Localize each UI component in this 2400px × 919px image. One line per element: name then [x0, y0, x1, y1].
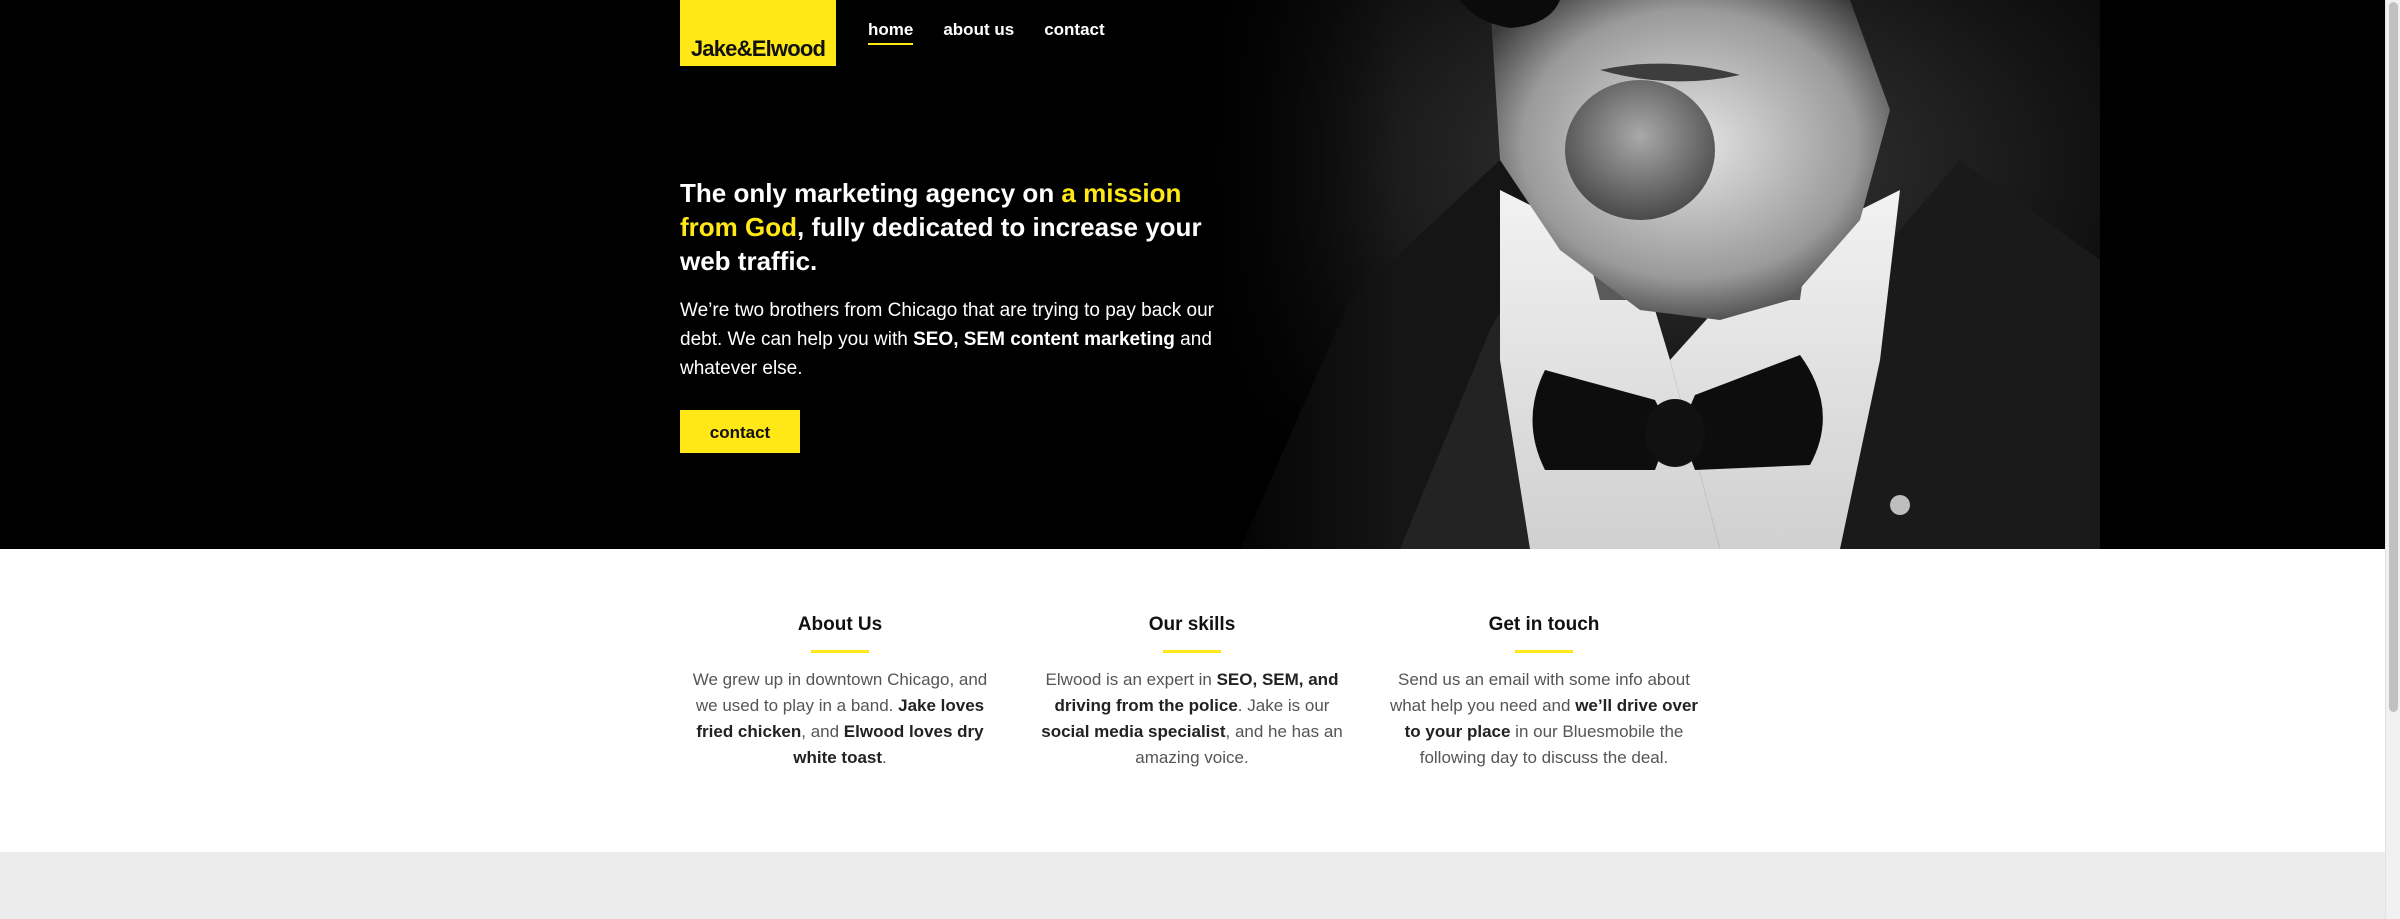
feature-text: Elwood is an expert in SEO, SEM, and dri… [1032, 667, 1352, 771]
feature-text-part: . [882, 748, 887, 767]
title-underline [1515, 650, 1573, 653]
title-underline [811, 650, 869, 653]
hero-headline: The only marketing agency on a mission f… [680, 176, 1240, 278]
feature-get-in-touch: Get in touch Send us an email with some … [1384, 613, 1704, 771]
next-section-band [0, 852, 2385, 919]
brand-logo[interactable]: Jake&Elwood [680, 0, 836, 66]
lead-services: SEO, SEM content marketing [913, 329, 1175, 350]
feature-our-skills: Our skills Elwood is an expert in SEO, S… [1032, 613, 1352, 771]
headline-text-start: The only marketing agency on [680, 178, 1062, 208]
contact-button[interactable]: contact [680, 410, 800, 453]
nav-home-link[interactable]: home [868, 20, 914, 45]
feature-text: Send us an email with some info about wh… [1384, 667, 1704, 771]
feature-text-part: . Jake is our [1237, 696, 1330, 715]
feature-text-bold: social media specialist [1041, 722, 1226, 741]
main-nav: home about us contact [868, 20, 1105, 45]
nav-contact-link[interactable]: contact [1044, 20, 1104, 45]
hero-section: Jake&Elwood home about us contact The on… [0, 0, 2385, 549]
feature-text: We grew up in downtown Chicago, and we u… [680, 667, 1000, 771]
feature-title: Get in touch [1488, 614, 1600, 635]
feature-title: About Us [797, 614, 883, 635]
vertical-scrollbar[interactable] [2385, 0, 2400, 919]
features-section: About Us We grew up in downtown Chicago,… [0, 549, 2385, 852]
hero-photo [1200, 0, 2100, 549]
title-underline [1163, 650, 1221, 653]
feature-text-part: , and [801, 722, 844, 741]
nav-about-link[interactable]: about us [943, 20, 1014, 45]
hero-lead: We’re two brothers from Chicago that are… [680, 296, 1220, 383]
page: Jake&Elwood home about us contact The on… [0, 0, 2385, 919]
feature-text-part: Elwood is an expert in [1045, 670, 1217, 689]
feature-about-us: About Us We grew up in downtown Chicago,… [680, 613, 1000, 771]
feature-title: Our skills [1148, 614, 1236, 635]
scrollbar-thumb[interactable] [2389, 2, 2398, 712]
logo-text: Jake&Elwood [690, 36, 826, 61]
